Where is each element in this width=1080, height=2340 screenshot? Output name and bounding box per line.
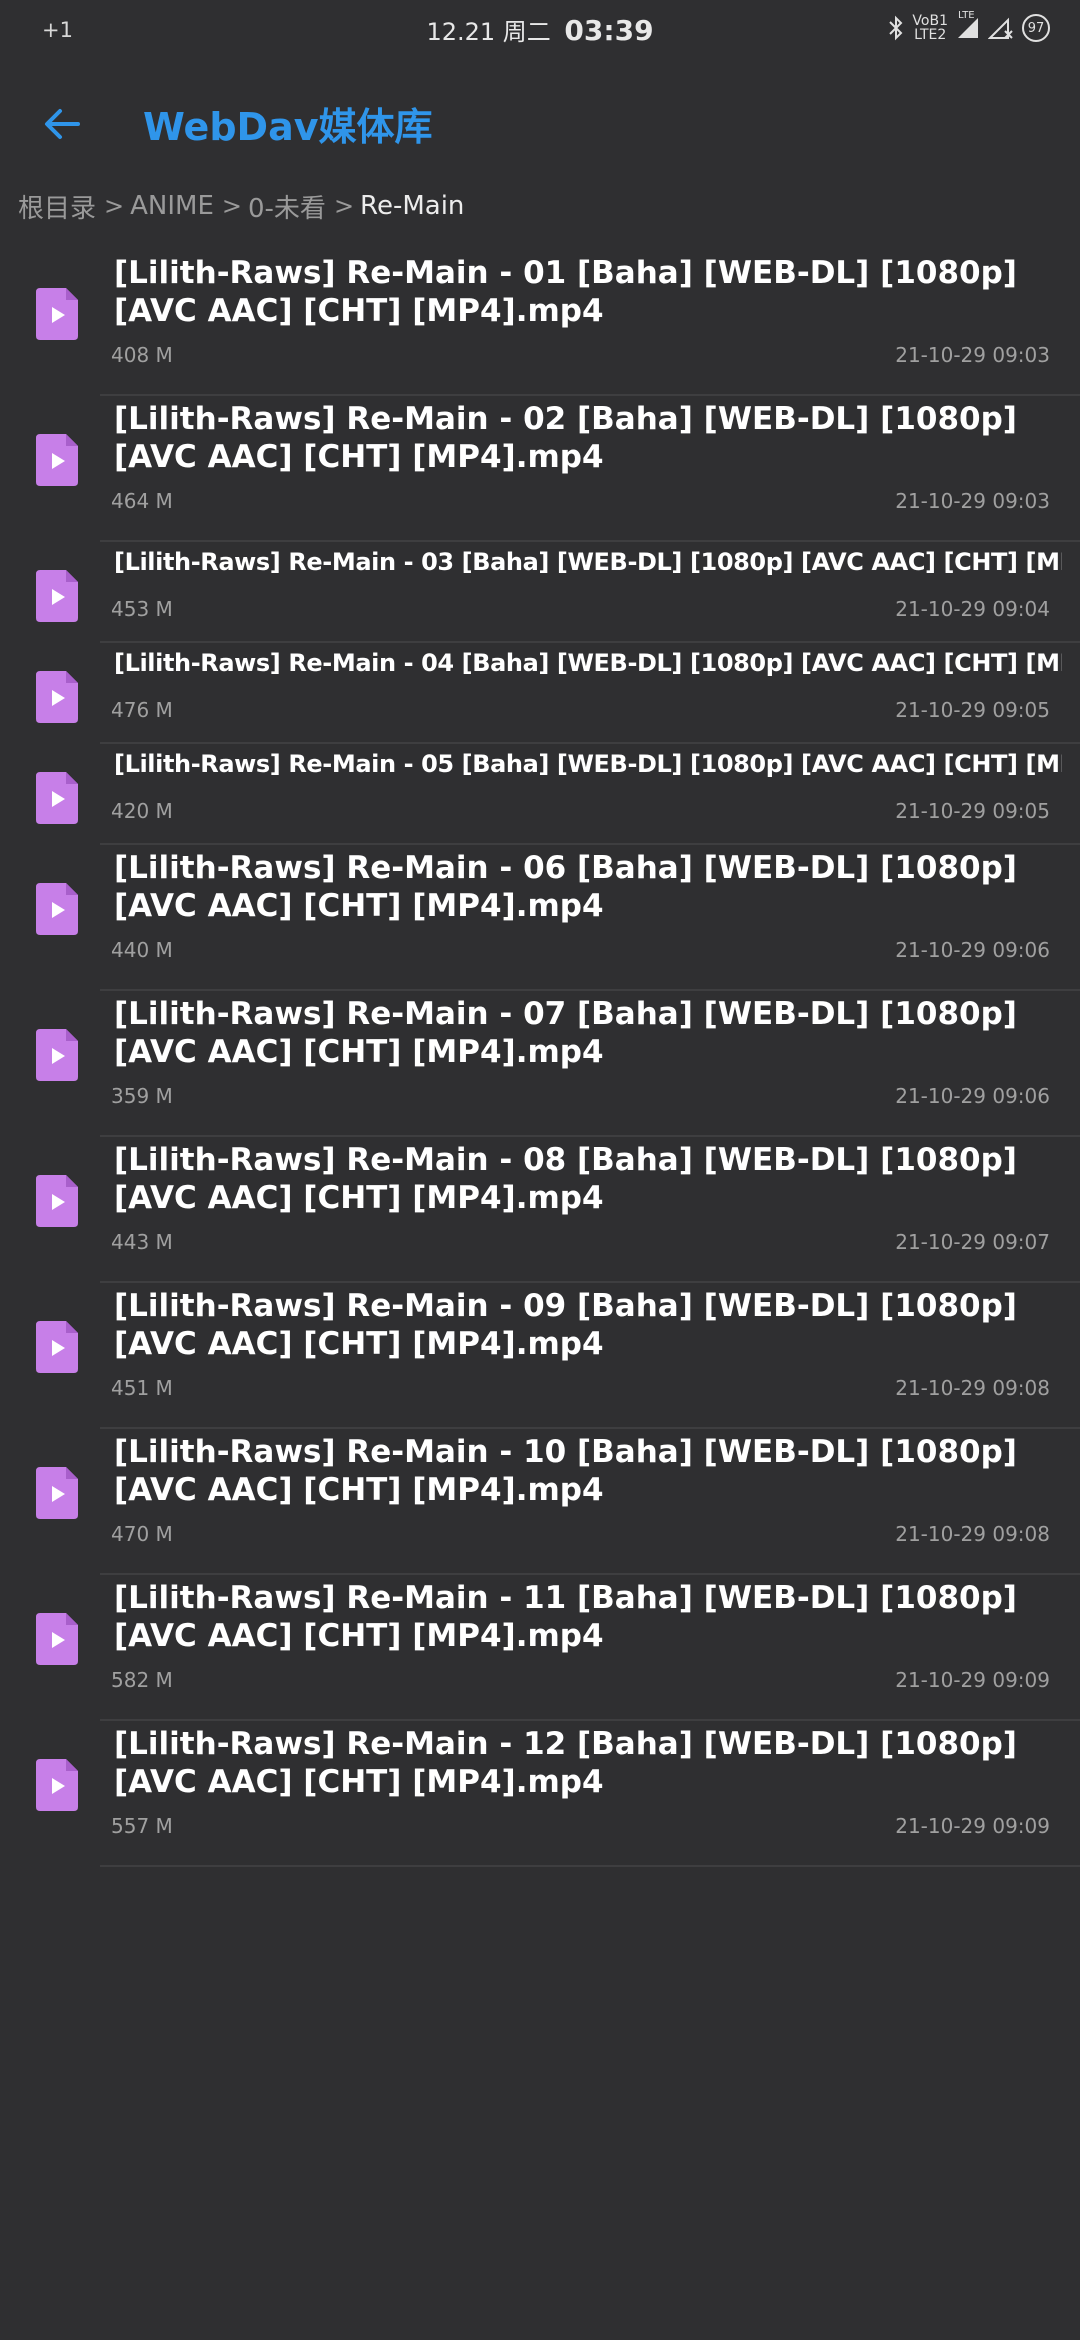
video-file-icon <box>36 1759 78 1811</box>
video-file-icon <box>36 671 78 723</box>
file-list-item[interactable]: [Lilith-Raws] Re-Main - 09 [Baha] [WEB-D… <box>0 1283 1080 1429</box>
breadcrumb-separator: > <box>221 192 242 220</box>
video-file-icon <box>36 1175 78 1227</box>
file-name: [Lilith-Raws] Re-Main - 12 [Baha] [WEB-D… <box>114 1726 1017 1800</box>
file-list-item[interactable]: [Lilith-Raws] Re-Main - 01 [Baha] [WEB-D… <box>0 250 1080 396</box>
file-name: [Lilith-Raws] Re-Main - 05 [Baha] [WEB-D… <box>114 750 1062 778</box>
battery-indicator: 97 <box>1022 14 1050 42</box>
file-list-item[interactable]: [Lilith-Raws] Re-Main - 06 [Baha] [WEB-D… <box>0 845 1080 991</box>
signal-1: LTE <box>956 10 980 40</box>
video-file-icon <box>36 1321 78 1373</box>
video-file-icon <box>36 1029 78 1081</box>
file-name: [Lilith-Raws] Re-Main - 07 [Baha] [WEB-D… <box>114 996 1017 1070</box>
file-size: 420 M <box>111 799 173 823</box>
breadcrumb-separator: > <box>104 192 125 220</box>
file-list: [Lilith-Raws] Re-Main - 01 [Baha] [WEB-D… <box>0 250 1080 1867</box>
file-list-item[interactable]: [Lilith-Raws] Re-Main - 10 [Baha] [WEB-D… <box>0 1429 1080 1575</box>
file-size: 408 M <box>111 343 173 367</box>
breadcrumb-root[interactable]: 根目录 <box>18 188 96 225</box>
file-name: [Lilith-Raws] Re-Main - 04 [Baha] [WEB-D… <box>114 649 1062 677</box>
file-list-item[interactable]: [Lilith-Raws] Re-Main - 04 [Baha] [WEB-D… <box>0 643 1080 744</box>
file-size: 582 M <box>111 1668 173 1692</box>
file-size: 443 M <box>111 1230 173 1254</box>
file-size: 451 M <box>111 1376 173 1400</box>
file-date: 21-10-29 09:09 <box>895 1814 1050 1838</box>
app-bar: WebDav媒体库 <box>0 62 1080 182</box>
video-file-icon <box>36 288 78 340</box>
file-name: [Lilith-Raws] Re-Main - 09 [Baha] [WEB-D… <box>114 1288 1017 1362</box>
bluetooth-icon <box>889 15 903 41</box>
file-date: 21-10-29 09:08 <box>895 1376 1050 1400</box>
status-date: 12.21 周二 <box>426 18 551 46</box>
page-title: WebDav媒体库 <box>143 105 433 149</box>
file-name: [Lilith-Raws] Re-Main - 08 [Baha] [WEB-D… <box>114 1142 1017 1216</box>
video-file-icon <box>36 772 78 824</box>
video-file-icon <box>36 883 78 935</box>
file-list-item[interactable]: [Lilith-Raws] Re-Main - 08 [Baha] [WEB-D… <box>0 1137 1080 1283</box>
file-name: [Lilith-Raws] Re-Main - 06 [Baha] [WEB-D… <box>114 850 1017 924</box>
file-size: 464 M <box>111 489 173 513</box>
file-size: 557 M <box>111 1814 173 1838</box>
breadcrumb-unwatched[interactable]: 0-未看 <box>248 188 326 225</box>
status-icons: VoB1 LTE2 LTE 97 <box>888 10 1050 42</box>
video-file-icon <box>36 1613 78 1665</box>
file-date: 21-10-29 09:08 <box>895 1522 1050 1546</box>
lte2-label: LTE2 <box>914 27 947 43</box>
file-name: [Lilith-Raws] Re-Main - 02 [Baha] [WEB-D… <box>114 401 1017 475</box>
status-time: 03:39 <box>564 14 654 47</box>
file-size: 470 M <box>111 1522 173 1546</box>
file-date: 21-10-29 09:05 <box>895 799 1050 823</box>
file-date: 21-10-29 09:03 <box>895 343 1050 367</box>
file-size: 476 M <box>111 698 173 722</box>
battery-level: 97 <box>1027 20 1045 36</box>
file-list-item[interactable]: [Lilith-Raws] Re-Main - 07 [Baha] [WEB-D… <box>0 991 1080 1137</box>
back-button[interactable] <box>30 92 94 156</box>
breadcrumb-current: Re-Main <box>360 191 465 221</box>
status-bar: +1 12.21 周二 03:39 VoB1 LTE2 LTE 97 <box>0 0 1080 62</box>
file-size: 359 M <box>111 1084 173 1108</box>
breadcrumb-separator: > <box>333 192 355 220</box>
breadcrumb-anime[interactable]: ANIME <box>130 191 214 221</box>
file-date: 21-10-29 09:06 <box>895 938 1050 962</box>
volte-label: VoB1 <box>912 13 948 29</box>
video-file-icon <box>36 434 78 486</box>
file-size: 440 M <box>111 938 173 962</box>
file-date: 21-10-29 09:04 <box>895 597 1050 621</box>
file-date: 21-10-29 09:09 <box>895 1668 1050 1692</box>
file-name: [Lilith-Raws] Re-Main - 11 [Baha] [WEB-D… <box>114 1580 1017 1654</box>
file-list-item[interactable]: [Lilith-Raws] Re-Main - 05 [Baha] [WEB-D… <box>0 744 1080 845</box>
file-name: [Lilith-Raws] Re-Main - 10 [Baha] [WEB-D… <box>114 1434 1017 1508</box>
file-size: 453 M <box>111 597 173 621</box>
file-date: 21-10-29 09:03 <box>895 489 1050 513</box>
signal-no-data-icon <box>988 17 1013 39</box>
file-date: 21-10-29 09:05 <box>895 698 1050 722</box>
file-list-item[interactable]: [Lilith-Raws] Re-Main - 11 [Baha] [WEB-D… <box>0 1575 1080 1721</box>
file-list-item[interactable]: [Lilith-Raws] Re-Main - 03 [Baha] [WEB-D… <box>0 542 1080 643</box>
file-name: [Lilith-Raws] Re-Main - 03 [Baha] [WEB-D… <box>114 548 1062 576</box>
file-name: [Lilith-Raws] Re-Main - 01 [Baha] [WEB-D… <box>114 255 1017 329</box>
file-date: 21-10-29 09:06 <box>895 1084 1050 1108</box>
volte-indicator: VoB1 LTE2 <box>912 14 948 42</box>
arrow-left-icon <box>45 109 80 139</box>
file-date: 21-10-29 09:07 <box>895 1230 1050 1254</box>
video-file-icon <box>36 570 78 622</box>
lte-label: LTE <box>958 10 975 21</box>
breadcrumb: 根目录 > ANIME > 0-未看 > Re-Main <box>18 186 464 226</box>
file-list-item[interactable]: [Lilith-Raws] Re-Main - 02 [Baha] [WEB-D… <box>0 396 1080 542</box>
file-list-item[interactable]: [Lilith-Raws] Re-Main - 12 [Baha] [WEB-D… <box>0 1721 1080 1867</box>
video-file-icon <box>36 1467 78 1519</box>
list-divider <box>100 1865 1080 1867</box>
